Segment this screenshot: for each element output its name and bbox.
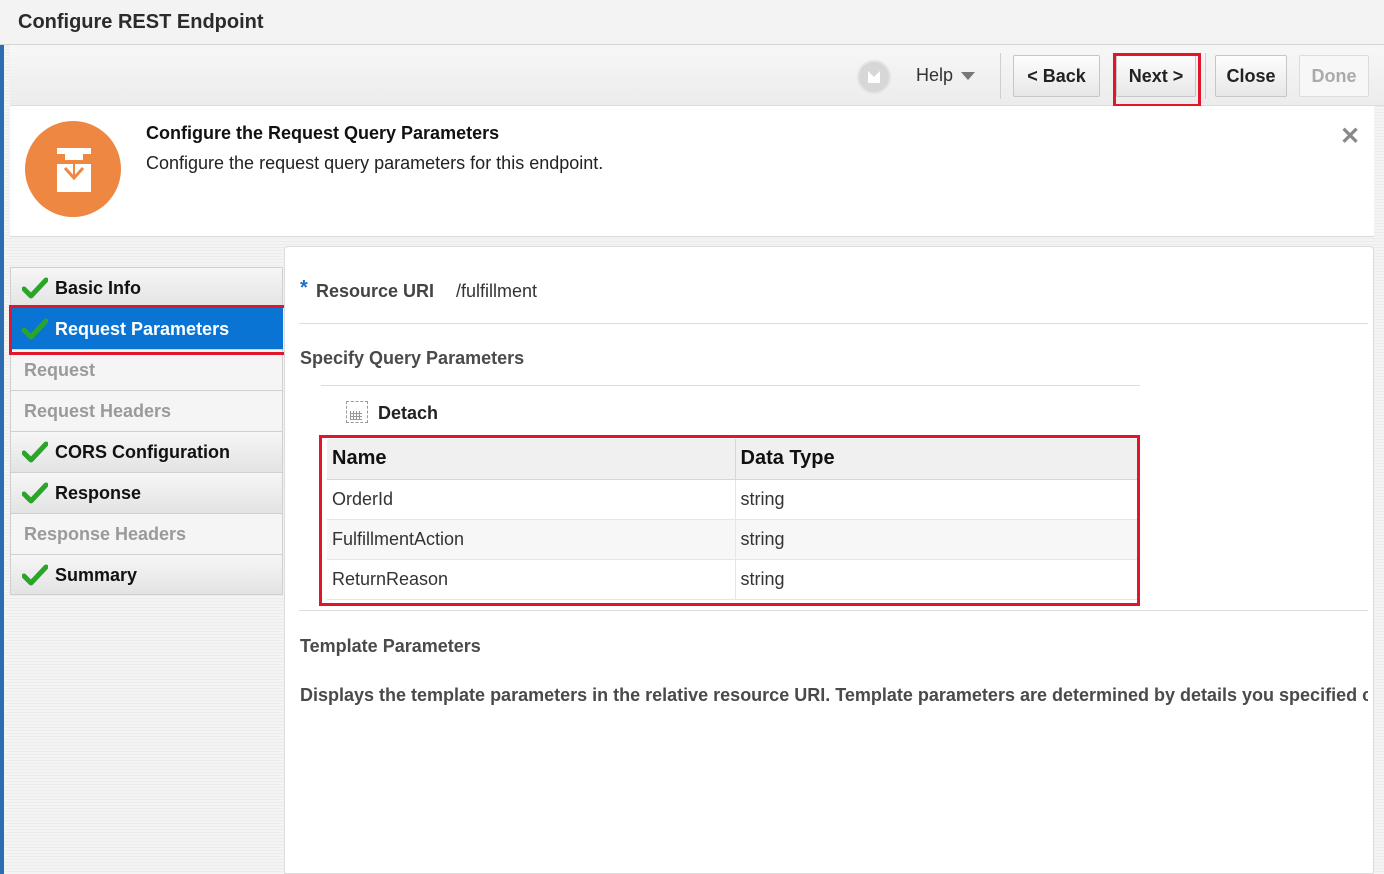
step-request-headers[interactable]: Request Headers — [10, 390, 283, 431]
check-icon — [22, 441, 48, 463]
step-label: CORS Configuration — [55, 442, 230, 462]
step-response-headers[interactable]: Response Headers — [10, 513, 283, 554]
step-label: Request Parameters — [55, 319, 230, 339]
check-icon — [22, 482, 48, 504]
step-label: Request — [24, 360, 96, 380]
window-edge — [0, 45, 4, 874]
step-request-parameters[interactable]: Request Parameters — [10, 308, 283, 349]
step-label: Basic Info — [55, 278, 142, 298]
check-icon — [22, 318, 48, 340]
main-panel: * Resource URI /fulfillment Specify Quer… — [284, 246, 1374, 874]
required-marker: * — [300, 277, 308, 299]
step-cors-configuration[interactable]: CORS Configuration — [10, 431, 283, 472]
param-name-cell[interactable]: ReturnReason — [327, 559, 735, 600]
toolbar-divider — [1205, 53, 1206, 99]
step-basic-info[interactable]: Basic Info — [10, 267, 283, 308]
close-button[interactable]: Close — [1215, 55, 1287, 97]
wizard-steps: Basic Info Request Parameters Request Re… — [10, 267, 283, 595]
divider — [299, 323, 1368, 324]
divider — [299, 610, 1368, 611]
back-button[interactable]: < Back — [1013, 55, 1100, 97]
param-type-cell[interactable]: string — [734, 519, 1137, 560]
step-label: Summary — [55, 565, 138, 585]
check-icon — [22, 277, 48, 299]
query-section-title: Specify Query Parameters — [300, 348, 525, 368]
step-request[interactable]: Request — [10, 349, 283, 390]
query-parameters-table: Name Data Type OrderId string Fulfillmen… — [327, 439, 1137, 600]
window-title: Configure REST Endpoint — [18, 11, 264, 33]
wizard-header: Configure the Request Query Parameters C… — [10, 106, 1374, 237]
help-menu[interactable]: Help — [916, 65, 976, 86]
param-name-cell[interactable]: OrderId — [327, 479, 735, 520]
step-response[interactable]: Response — [10, 472, 283, 513]
close-icon[interactable]: ✕ — [1340, 122, 1360, 151]
template-section-title: Template Parameters — [300, 636, 481, 656]
done-button: Done — [1299, 55, 1369, 97]
header-title: Configure the Request Query Parameters — [146, 123, 500, 143]
chevron-down-icon — [961, 72, 976, 81]
oracle-logo-icon — [857, 60, 891, 94]
endpoint-icon — [25, 121, 121, 217]
title-bar: Configure REST Endpoint — [0, 0, 1384, 45]
column-header-data-type[interactable]: Data Type — [734, 439, 1137, 480]
template-description: Displays the template parameters in the … — [300, 685, 1368, 705]
table-row[interactable]: OrderId string — [327, 479, 1137, 520]
step-label: Response Headers — [24, 524, 187, 544]
divider — [321, 385, 1140, 386]
table-row[interactable]: ReturnReason string — [327, 559, 1137, 600]
step-summary[interactable]: Summary — [10, 554, 283, 595]
table-row[interactable]: FulfillmentAction string — [327, 519, 1137, 560]
resource-uri-value: /fulfillment — [456, 281, 538, 301]
wizard-toolbar: Help < Back Next > Close Done — [10, 45, 1384, 106]
detach-icon[interactable] — [346, 401, 368, 423]
param-type-cell[interactable]: string — [734, 559, 1137, 600]
param-name-cell[interactable]: FulfillmentAction — [327, 519, 735, 560]
param-type-cell[interactable]: string — [734, 479, 1137, 520]
column-header-name[interactable]: Name — [327, 439, 735, 480]
detach-button[interactable]: Detach — [378, 403, 438, 424]
next-button[interactable]: Next > — [1116, 55, 1196, 97]
step-label: Request Headers — [24, 401, 172, 421]
step-label: Response — [55, 483, 142, 503]
header-subtitle: Configure the request query parameters f… — [146, 153, 604, 173]
toolbar-divider — [1000, 53, 1001, 99]
resource-uri-label: Resource URI — [316, 281, 435, 301]
help-label: Help — [916, 65, 954, 85]
table-header-row: Name Data Type — [327, 439, 1137, 480]
check-icon — [22, 564, 48, 586]
